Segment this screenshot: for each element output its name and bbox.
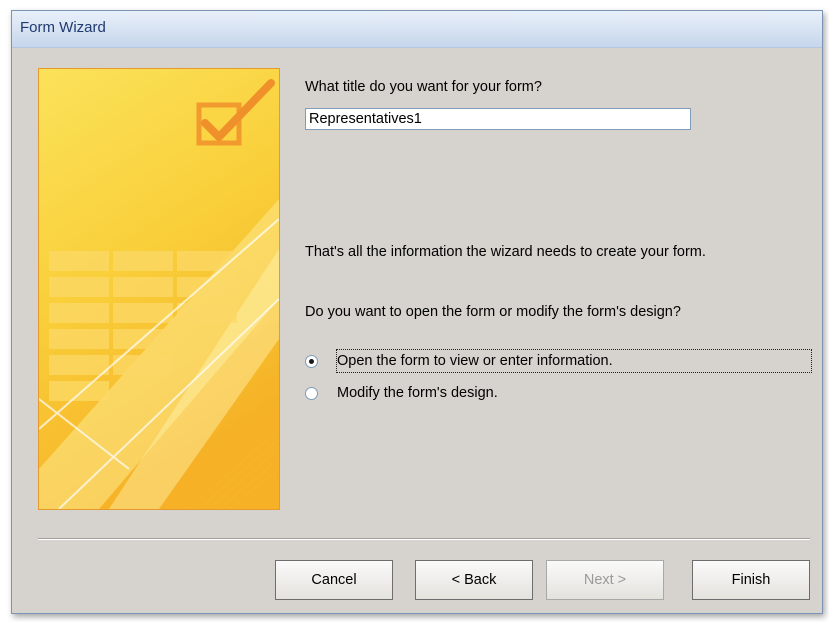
wizard-banner-image bbox=[38, 68, 280, 510]
dialog-content: What title do you want for your form? Th… bbox=[12, 48, 822, 613]
radio-selected-icon[interactable] bbox=[305, 354, 318, 368]
radio-unselected-icon[interactable] bbox=[305, 386, 318, 400]
form-wizard-dialog: Form Wizard What title do you want for y… bbox=[11, 10, 823, 614]
wizard-info-text: That's all the information the wizard ne… bbox=[305, 244, 706, 260]
option-modify-design[interactable]: Modify the form's design. bbox=[305, 381, 501, 405]
cancel-button[interactable]: Cancel bbox=[275, 560, 393, 600]
window-title: Form Wizard bbox=[20, 19, 106, 36]
finish-button[interactable]: Finish bbox=[692, 560, 810, 600]
option-modify-design-label[interactable]: Modify the form's design. bbox=[334, 383, 501, 403]
form-title-input[interactable] bbox=[305, 108, 691, 130]
button-separator bbox=[38, 538, 810, 540]
next-button[interactable]: Next > bbox=[546, 560, 664, 600]
option-open-form[interactable]: Open the form to view or enter informati… bbox=[305, 349, 616, 373]
option-open-form-label[interactable]: Open the form to view or enter informati… bbox=[334, 351, 616, 371]
title-bar[interactable]: Form Wizard bbox=[12, 11, 822, 48]
open-or-modify-question: Do you want to open the form or modify t… bbox=[305, 304, 681, 320]
back-button[interactable]: < Back bbox=[415, 560, 533, 600]
form-title-question: What title do you want for your form? bbox=[305, 79, 542, 95]
